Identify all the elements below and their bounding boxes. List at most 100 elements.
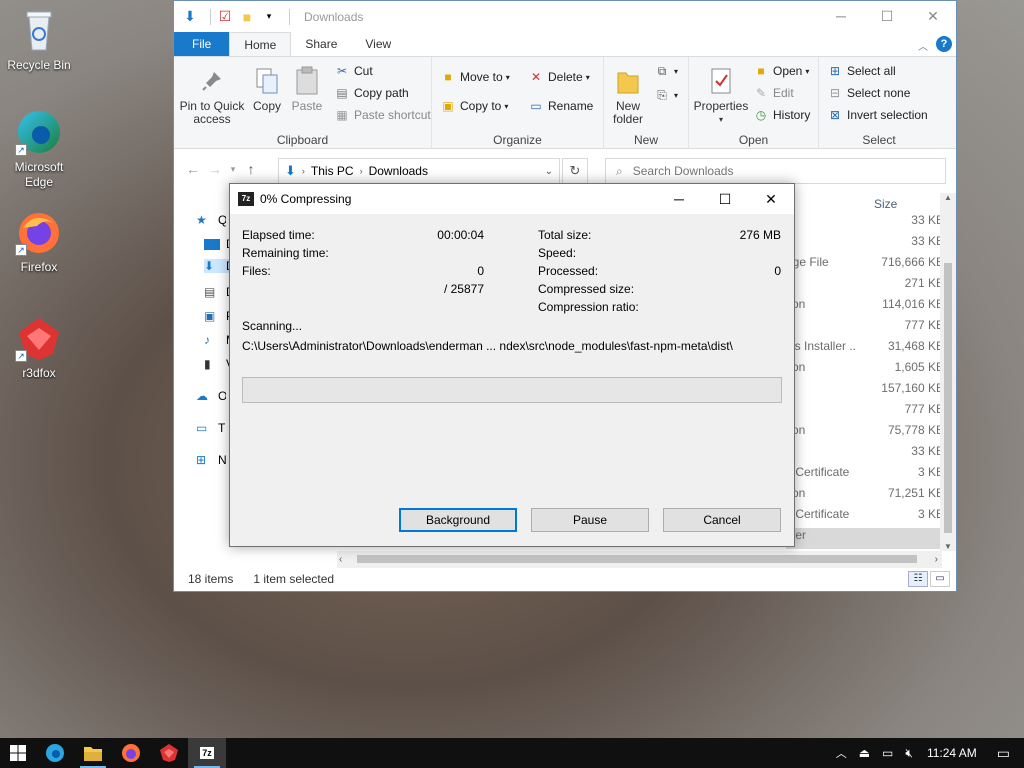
vertical-scroll-thumb[interactable] (944, 263, 952, 533)
maximize-button[interactable]: ☐ (702, 184, 748, 214)
dialog-titlebar[interactable]: 7z 0% Compressing ─ ☐ ✕ (230, 184, 794, 214)
taskbar-firefox[interactable] (112, 738, 150, 768)
horizontal-scroll-thumb[interactable] (357, 555, 917, 563)
move-to-button[interactable]: ■ Move to ▾ (440, 69, 509, 85)
open-button[interactable]: ■ Open ▾ (753, 63, 809, 79)
back-arrow-icon[interactable]: ← (182, 161, 204, 177)
up-arrow-icon[interactable]: ↑ (240, 161, 262, 177)
column-header-size[interactable]: Size (874, 197, 897, 211)
recent-dropdown-icon[interactable]: ▾ (226, 164, 240, 175)
new-folder-icon[interactable]: ■ (239, 9, 255, 25)
invert-selection-button[interactable]: ⊠ Invert selection (827, 107, 928, 123)
file-row[interactable]: age File 716,666 KB (786, 255, 944, 276)
tab-view[interactable]: View (351, 32, 405, 56)
edit-button[interactable]: ✎ Edit (753, 85, 794, 101)
search-input[interactable]: ⌕ Search Downloads (605, 158, 946, 184)
nav-item-network[interactable]: ⊞ Ne (196, 453, 226, 467)
scroll-down-icon[interactable]: ▼ (940, 542, 956, 551)
network-icon[interactable]: ▭ (882, 746, 893, 760)
collapse-ribbon-icon[interactable]: ︿ (918, 38, 928, 53)
file-row[interactable]: tion 75,778 KB (786, 423, 944, 444)
volume-muted-icon[interactable]: 🔇︎ (905, 746, 913, 761)
help-icon[interactable]: ? (936, 36, 952, 52)
minimize-button[interactable]: ─ (818, 1, 864, 31)
file-row[interactable]: lder (786, 528, 944, 549)
cloud-icon: ☁ (196, 389, 208, 403)
maximize-button[interactable]: ☐ (864, 1, 910, 31)
horizontal-scrollbar[interactable]: ‹ › (337, 551, 942, 568)
nav-item-onedrive[interactable]: ☁ On (196, 389, 226, 403)
scroll-up-icon[interactable]: ▲ (940, 193, 956, 202)
refresh-button[interactable]: ↻ (562, 158, 588, 184)
desktop-icon-r3dfox[interactable]: ↗ r3dfox (1, 314, 77, 381)
forward-arrow-icon[interactable]: → (204, 161, 226, 177)
paste-button[interactable]: Paste (288, 65, 326, 113)
nav-item-quick-access[interactable]: ★ Qu (196, 213, 226, 227)
address-dropdown-icon[interactable]: ⌄ (545, 166, 553, 177)
select-none-button[interactable]: ⊟ Select none (827, 85, 910, 101)
quick-access-dropdown-icon[interactable]: ▾ (261, 9, 277, 25)
nav-item-this-pc[interactable]: ▭ Th (196, 421, 226, 435)
file-row[interactable]: e 777 KB (786, 318, 944, 339)
file-row[interactable]: 33 KB (786, 213, 944, 234)
large-icons-view-icon[interactable]: ▭ (930, 571, 950, 587)
file-row[interactable]: e 157,160 KB (786, 381, 944, 402)
file-row[interactable]: e 271 KB (786, 276, 944, 297)
cancel-button[interactable]: Cancel (663, 508, 781, 532)
start-button[interactable] (0, 738, 36, 768)
taskbar-7zip[interactable]: 7z (188, 738, 226, 768)
easy-access-button[interactable]: ⎘ ▾ (654, 87, 678, 103)
file-row[interactable]: tion 114,016 KB (786, 297, 944, 318)
tab-home[interactable]: Home (229, 32, 292, 56)
taskbar-file-explorer[interactable] (74, 738, 112, 768)
scroll-left-icon[interactable]: ‹ (339, 554, 342, 565)
file-row[interactable]: 33 KB (786, 444, 944, 465)
address-bar[interactable]: ⬇ › This PC › Downloads ⌄ (278, 158, 560, 184)
history-button[interactable]: ◷ History (753, 107, 811, 123)
file-row[interactable]: y Certificate 3 KB (786, 507, 944, 528)
file-row[interactable]: 33 KB (786, 234, 944, 255)
explorer-titlebar[interactable]: ⬇ ☑ ■ ▾ Downloads ─ ☐ ✕ (174, 1, 956, 32)
file-row[interactable]: e 777 KB (786, 402, 944, 423)
paste-shortcut-button[interactable]: ▦ Paste shortcut (334, 107, 430, 123)
copy-path-button[interactable]: ▤ Copy path (334, 85, 408, 101)
desktop-icon-firefox[interactable]: ↗ Firefox (1, 208, 77, 275)
cut-entry[interactable]: ✂ Cut (334, 63, 373, 79)
tab-file[interactable]: File (174, 32, 230, 56)
copy-to-button[interactable]: ▣ Copy to ▾ (440, 98, 508, 114)
close-button[interactable]: ✕ (910, 1, 956, 31)
file-row[interactable]: tion 1,605 KB (786, 360, 944, 381)
compressing-dialog[interactable]: 7z 0% Compressing ─ ☐ ✕ Elapsed time: 00… (229, 183, 795, 547)
breadcrumb-this-pc[interactable]: This PC (311, 164, 354, 178)
close-button[interactable]: ✕ (748, 184, 794, 214)
details-view-icon[interactable]: ☷ (908, 571, 928, 587)
taskbar-edge[interactable] (36, 738, 74, 768)
usb-device-icon[interactable]: ⏏ (859, 746, 870, 760)
file-row[interactable]: ws Installer ... 31,468 KB (786, 339, 944, 360)
taskbar-r3dfox[interactable] (150, 738, 188, 768)
clock[interactable]: 11:24 AM (927, 746, 977, 760)
tab-share[interactable]: Share (291, 32, 351, 56)
notifications-icon[interactable]: ▭ (997, 745, 1010, 762)
select-all-button[interactable]: ⊞ Select all (827, 63, 896, 79)
minimize-button[interactable]: ─ (656, 184, 702, 214)
pin-quick-access-button[interactable]: Pin to Quick access (178, 65, 246, 126)
file-row[interactable]: tion 71,251 KB (786, 486, 944, 507)
scroll-right-icon[interactable]: › (935, 554, 938, 565)
breadcrumb-downloads[interactable]: Downloads (369, 164, 428, 178)
properties-check-icon[interactable]: ☑ (217, 8, 233, 25)
new-folder-button[interactable]: New folder (606, 65, 650, 126)
copy-button[interactable]: Copy (250, 65, 284, 113)
properties-button[interactable]: Properties ▾ (693, 65, 749, 126)
rename-button[interactable]: ▭ Rename (528, 98, 593, 114)
desktop-icon-edge[interactable]: ↗ Microsoft Edge (1, 108, 77, 190)
pause-button[interactable]: Pause (531, 508, 649, 532)
background-button[interactable]: Background (399, 508, 517, 532)
vertical-scrollbar[interactable]: ▲ ▼ (940, 193, 956, 551)
file-size-cell: 71,251 KB (887, 486, 944, 500)
delete-button[interactable]: ✕ Delete ▾ (528, 69, 590, 85)
show-hidden-icons-icon[interactable]: ︿ (836, 745, 847, 761)
new-item-button[interactable]: ⧉ ▾ (654, 63, 678, 79)
file-row[interactable]: y Certificate 3 KB (786, 465, 944, 486)
desktop-icon-recycle-bin[interactable]: Recycle Bin (1, 6, 77, 73)
